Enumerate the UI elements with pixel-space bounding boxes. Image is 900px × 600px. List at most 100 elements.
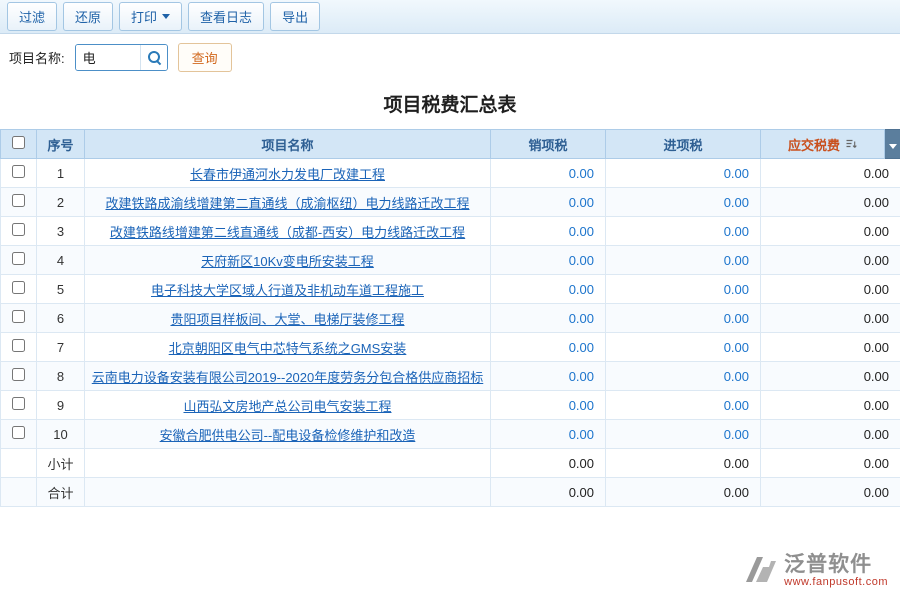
row-checkbox[interactable] (12, 426, 25, 439)
tax-summary-table: 序号 项目名称 销项税 进项税 应交税费 (0, 129, 900, 507)
row-index: 10 (37, 420, 85, 449)
project-link[interactable]: 安徽合肥供电公司--配电设备检修维护和改造 (160, 428, 416, 443)
payable-tax-value: 0.00 (761, 159, 900, 188)
output-tax-value: 0.00 (491, 188, 606, 217)
input-tax-value: 0.00 (606, 188, 761, 217)
row-checkbox[interactable] (12, 194, 25, 207)
input-tax-value: 0.00 (606, 275, 761, 304)
filter-row: 项目名称: 查询 (0, 34, 900, 80)
chevron-down-icon (162, 14, 170, 19)
brand-text: 泛普软件 www.fanpusoft.com (784, 553, 888, 588)
table-row: 1 长春市伊通河水力发电厂改建工程 0.00 0.00 0.00 (1, 159, 900, 188)
table-row: 6 贵阳项目样板间、大堂、电梯厅装修工程 0.00 0.00 0.00 (1, 304, 900, 333)
fanpu-logo-icon (742, 554, 778, 586)
project-link[interactable]: 改建铁路成渝线增建第二直通线（成渝枢纽）电力线路迁改工程 (105, 196, 469, 211)
row-index: 2 (37, 188, 85, 217)
row-checkbox[interactable] (12, 223, 25, 236)
input-tax-value: 0.00 (606, 333, 761, 362)
project-link[interactable]: 北京朝阳区电气中芯特气系统之GMS安装 (169, 341, 407, 356)
table-row: 7 北京朝阳区电气中芯特气系统之GMS安装 0.00 0.00 0.00 (1, 333, 900, 362)
row-checkbox[interactable] (12, 368, 25, 381)
col-header-output-tax[interactable]: 销项税 (491, 130, 606, 159)
payable-tax-value: 0.00 (761, 188, 900, 217)
output-tax-value: 0.00 (491, 246, 606, 275)
table-row: 10 安徽合肥供电公司--配电设备检修维护和改造 0.00 0.00 0.00 (1, 420, 900, 449)
subtotal-input-tax: 0.00 (606, 449, 761, 478)
payable-tax-value: 0.00 (761, 391, 900, 420)
top-toolbar: 过滤 还原 打印 查看日志 导出 (0, 0, 900, 34)
row-checkbox[interactable] (12, 281, 25, 294)
payable-tax-value: 0.00 (761, 420, 900, 449)
view-log-button[interactable]: 查看日志 (188, 2, 264, 31)
row-checkbox[interactable] (12, 252, 25, 265)
total-row: 合计 0.00 0.00 0.00 (1, 478, 900, 507)
project-name-label: 项目名称: (9, 48, 65, 67)
input-tax-value: 0.00 (606, 362, 761, 391)
input-tax-value: 0.00 (606, 391, 761, 420)
table-row: 3 改建铁路线增建第二线直通线（成都-西安）电力线路迁改工程 0.00 0.00… (1, 217, 900, 246)
filter-button[interactable]: 过滤 (7, 2, 57, 31)
column-menu-button[interactable] (885, 130, 900, 159)
row-checkbox[interactable] (12, 310, 25, 323)
print-button[interactable]: 打印 (119, 2, 182, 31)
brand-url: www.fanpusoft.com (784, 576, 888, 588)
input-tax-value: 0.00 (606, 246, 761, 275)
row-index: 3 (37, 217, 85, 246)
col-header-project[interactable]: 项目名称 (85, 130, 491, 159)
view-log-button-label: 查看日志 (200, 7, 252, 26)
table-row: 5 电子科技大学区域人行道及非机动车道工程施工 0.00 0.00 0.00 (1, 275, 900, 304)
export-button[interactable]: 导出 (270, 2, 320, 31)
project-name-input[interactable] (76, 45, 140, 70)
export-button-label: 导出 (282, 7, 308, 26)
filter-button-label: 过滤 (19, 7, 45, 26)
table-row: 2 改建铁路成渝线增建第二直通线（成渝枢纽）电力线路迁改工程 0.00 0.00… (1, 188, 900, 217)
payable-tax-value: 0.00 (761, 246, 900, 275)
row-checkbox[interactable] (12, 165, 25, 178)
project-link[interactable]: 改建铁路线增建第二线直通线（成都-西安）电力线路迁改工程 (110, 225, 465, 240)
project-link[interactable]: 长春市伊通河水力发电厂改建工程 (190, 167, 385, 182)
row-index: 1 (37, 159, 85, 188)
project-link[interactable]: 云南电力设备安装有限公司2019--2020年度劳务分包合格供应商招标 (92, 370, 484, 385)
sort-icon[interactable] (845, 138, 857, 150)
query-button[interactable]: 查询 (178, 43, 232, 72)
search-button[interactable] (140, 45, 167, 70)
subtotal-output-tax: 0.00 (491, 449, 606, 478)
row-checkbox[interactable] (12, 339, 25, 352)
row-index: 6 (37, 304, 85, 333)
page: 过滤 还原 打印 查看日志 导出 项目名称: 查询 项目税费汇总表 序号 (0, 0, 900, 600)
subtotal-label: 小计 (37, 449, 85, 478)
col-header-payable-tax[interactable]: 应交税费 (761, 130, 885, 159)
input-tax-value: 0.00 (606, 217, 761, 246)
table-row: 9 山西弘文房地产总公司电气安装工程 0.00 0.00 0.00 (1, 391, 900, 420)
payable-header-label: 应交税费 (788, 135, 840, 154)
payable-tax-value: 0.00 (761, 362, 900, 391)
total-payable-tax: 0.00 (761, 478, 900, 507)
project-link[interactable]: 山西弘文房地产总公司电气安装工程 (183, 399, 391, 414)
row-index: 8 (37, 362, 85, 391)
query-button-label: 查询 (192, 51, 218, 66)
input-tax-value: 0.00 (606, 159, 761, 188)
project-link[interactable]: 电子科技大学区域人行道及非机动车道工程施工 (151, 283, 424, 298)
total-output-tax: 0.00 (491, 478, 606, 507)
row-index: 4 (37, 246, 85, 275)
subtotal-payable-tax: 0.00 (761, 449, 900, 478)
restore-button[interactable]: 还原 (63, 2, 113, 31)
table-row: 8 云南电力设备安装有限公司2019--2020年度劳务分包合格供应商招标 0.… (1, 362, 900, 391)
table-header-row: 序号 项目名称 销项税 进项税 应交税费 (1, 130, 900, 159)
row-checkbox[interactable] (12, 397, 25, 410)
project-link[interactable]: 贵阳项目样板间、大堂、电梯厅装修工程 (170, 312, 404, 327)
output-tax-value: 0.00 (491, 217, 606, 246)
project-link[interactable]: 天府新区10Kv变电所安装工程 (201, 254, 374, 269)
page-title: 项目税费汇总表 (0, 80, 900, 129)
payable-tax-value: 0.00 (761, 275, 900, 304)
row-index: 7 (37, 333, 85, 362)
search-icon (147, 50, 161, 64)
subtotal-row: 小计 0.00 0.00 0.00 (1, 449, 900, 478)
row-index: 5 (37, 275, 85, 304)
col-header-index[interactable]: 序号 (37, 130, 85, 159)
output-tax-value: 0.00 (491, 333, 606, 362)
col-header-input-tax[interactable]: 进项税 (606, 130, 761, 159)
row-index: 9 (37, 391, 85, 420)
select-all-checkbox[interactable] (12, 136, 25, 149)
payable-tax-value: 0.00 (761, 304, 900, 333)
